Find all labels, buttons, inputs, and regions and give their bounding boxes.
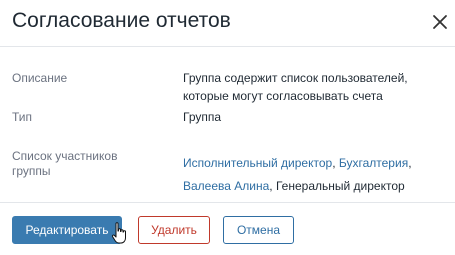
member-link-accounting[interactable]: Бухгалтерия xyxy=(339,156,408,170)
edit-button[interactable]: Редактировать xyxy=(12,216,122,244)
description-label: Описание xyxy=(12,71,68,85)
members-list: Исполнительный директор, Бухгалтерия, Ва… xyxy=(183,152,412,198)
type-label: Тип xyxy=(12,110,33,124)
dialog-title: Согласование отчетов xyxy=(12,9,231,32)
members-separator: , xyxy=(408,156,412,170)
dialog-header: Согласование отчетов xyxy=(0,0,455,47)
members-line-2: Валеева Алина, Генеральный директор xyxy=(183,175,412,198)
members-separator: , xyxy=(332,156,339,170)
members-label-line-2: группы xyxy=(12,164,51,178)
members-line-1: Исполнительный директор, Бухгалтерия, xyxy=(183,152,412,175)
member-link-executive-director[interactable]: Исполнительный директор xyxy=(183,156,332,170)
description-line-1: Группа содержит список пользователей, xyxy=(183,71,408,85)
members-label: Список участников группы xyxy=(12,149,117,179)
description-value: Группа содержит список пользователей, ко… xyxy=(183,69,408,105)
member-general-director: Генеральный директор xyxy=(275,179,405,193)
members-label-line-1: Список участников xyxy=(12,149,118,163)
type-value: Группа xyxy=(183,110,222,124)
approval-dialog: Согласование отчетов Описание Группа сод… xyxy=(0,0,455,254)
cancel-button[interactable]: Отмена xyxy=(223,216,294,244)
hand-pointer-icon xyxy=(111,222,126,244)
delete-button[interactable]: Удалить xyxy=(138,216,210,244)
close-icon[interactable] xyxy=(430,12,450,32)
dialog-footer: Редактировать Удалить Отмена xyxy=(0,202,455,255)
members-separator: , xyxy=(269,179,276,193)
member-link-valeeva-alina[interactable]: Валеева Алина xyxy=(183,179,269,193)
description-line-2: которые могут согласовывать счета xyxy=(183,89,383,103)
